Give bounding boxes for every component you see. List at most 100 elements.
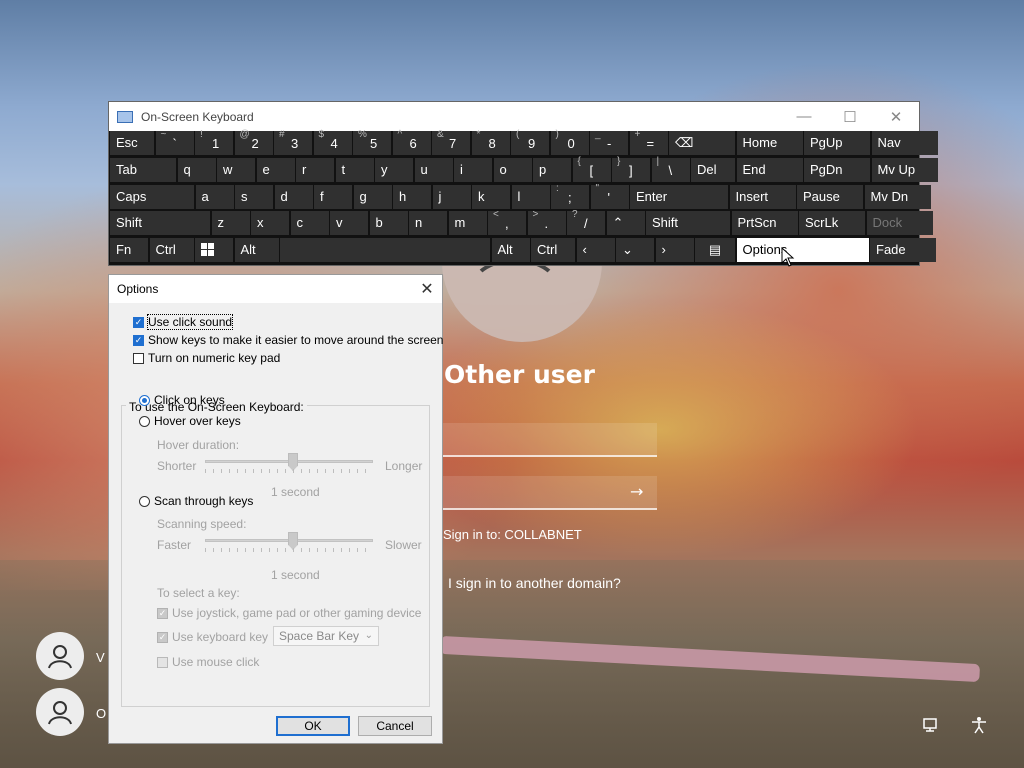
key-j[interactable]: j xyxy=(432,185,471,209)
key-space[interactable]: _ - xyxy=(590,129,628,155)
key-space[interactable]: ⌃ xyxy=(606,211,645,235)
key-4[interactable]: $4 xyxy=(313,129,352,155)
key-space[interactable]: › xyxy=(655,238,694,262)
key-ctrl[interactable]: Ctrl xyxy=(149,238,194,262)
key-shift[interactable]: Shift xyxy=(646,211,730,235)
hover-duration-slider[interactable] xyxy=(205,453,373,475)
key-space[interactable]: " ' xyxy=(590,183,629,209)
use-keyboard-key-checkbox[interactable]: ✓ Use keyboard key xyxy=(157,630,268,644)
key-g[interactable]: g xyxy=(353,185,392,209)
key-enter[interactable]: Enter xyxy=(630,185,728,209)
use-click-sound-checkbox[interactable]: ✓ Use click sound xyxy=(133,314,234,330)
key-s[interactable]: s xyxy=(235,185,273,209)
key-space[interactable] xyxy=(280,238,490,262)
key-7[interactable]: & 7 xyxy=(432,129,470,155)
key-options[interactable]: Options xyxy=(736,238,869,262)
key-r[interactable]: r xyxy=(296,158,334,182)
key-del[interactable]: Del xyxy=(691,158,735,182)
ok-button[interactable]: OK xyxy=(276,716,350,736)
key-end[interactable]: End xyxy=(736,158,803,182)
other-domain-link[interactable]: I sign in to another domain? xyxy=(448,575,621,591)
username-field[interactable] xyxy=(443,423,657,457)
key-k[interactable]: k xyxy=(472,185,510,209)
key-i[interactable]: i xyxy=(454,158,492,182)
windows-icon[interactable] xyxy=(195,238,233,262)
key-q[interactable]: q xyxy=(177,158,216,182)
key-8[interactable]: * 8 xyxy=(471,129,510,155)
key-e[interactable]: e xyxy=(256,158,295,182)
backspace-icon[interactable]: ⌫ xyxy=(669,131,735,155)
key-nav[interactable]: Nav xyxy=(871,131,938,155)
key-w[interactable]: w xyxy=(217,158,255,182)
key-space[interactable]: ‹ xyxy=(576,238,615,262)
key-z[interactable]: z xyxy=(211,211,250,235)
accessibility-icon[interactable] xyxy=(970,716,988,739)
use-mouse-click-checkbox[interactable]: Use mouse click xyxy=(157,655,259,669)
key-x[interactable]: x xyxy=(251,211,289,235)
menu-icon[interactable]: ▤ xyxy=(695,238,735,262)
key-y[interactable]: y xyxy=(375,158,413,182)
key-f[interactable]: f xyxy=(314,185,352,209)
key-o[interactable]: o xyxy=(493,158,532,182)
key-caps[interactable]: Caps xyxy=(110,185,194,209)
network-icon[interactable] xyxy=(922,716,940,739)
key-alt[interactable]: Alt xyxy=(234,238,279,262)
key-b[interactable]: b xyxy=(369,211,408,235)
password-field[interactable] xyxy=(443,476,657,510)
key-pgdn[interactable]: PgDn xyxy=(804,158,870,182)
show-keys-checkbox[interactable]: ✓ Show keys to make it easier to move ar… xyxy=(133,333,443,347)
key-home[interactable]: Home xyxy=(736,131,803,155)
user-tile-name[interactable]: V xyxy=(96,650,105,665)
key-space[interactable]: ⌄ xyxy=(616,238,654,262)
close-icon[interactable]: ✕ xyxy=(412,279,442,299)
scan-through-keys-radio[interactable]: Scan through keys xyxy=(139,494,253,508)
key-5[interactable]: % 5 xyxy=(353,129,391,155)
key-n[interactable]: n xyxy=(409,211,447,235)
key-fn[interactable]: Fn xyxy=(110,238,148,262)
key-space[interactable]: }] xyxy=(612,156,650,182)
key-a[interactable]: a xyxy=(195,185,234,209)
key-pause[interactable]: Pause xyxy=(797,185,863,209)
keyboard-key-select[interactable]: Space Bar Key ⌄ xyxy=(273,626,379,646)
click-on-keys-radio[interactable]: Click on keys xyxy=(139,393,225,407)
key-m[interactable]: m xyxy=(448,211,487,235)
key-dock[interactable]: Dock xyxy=(866,211,933,235)
key-v[interactable]: v xyxy=(330,211,368,235)
key-1[interactable]: ! 1 xyxy=(195,129,233,155)
numeric-keypad-checkbox[interactable]: Turn on numeric key pad xyxy=(133,351,280,365)
key-p[interactable]: p xyxy=(533,158,571,182)
key-scrlk[interactable]: ScrLk xyxy=(799,211,865,235)
hover-over-keys-radio[interactable]: Hover over keys xyxy=(139,414,241,428)
maximize-icon[interactable]: ☐ xyxy=(827,102,873,131)
key-2[interactable]: @2 xyxy=(234,129,273,155)
key-9[interactable]: (9 xyxy=(511,129,549,155)
key-fade[interactable]: Fade xyxy=(870,238,936,262)
key-pgup[interactable]: PgUp xyxy=(804,131,870,155)
key-space[interactable]: {[ xyxy=(572,156,611,182)
key-t[interactable]: t xyxy=(335,158,374,182)
key-c[interactable]: c xyxy=(290,211,329,235)
scanning-speed-slider[interactable] xyxy=(205,532,373,554)
key-space[interactable]: + = xyxy=(629,129,668,155)
use-joystick-checkbox[interactable]: ✓ Use joystick, game pad or other gaming… xyxy=(157,606,421,620)
key-space[interactable]: ? / xyxy=(567,209,605,235)
user-tile-avatar[interactable] xyxy=(36,632,84,680)
submit-arrow-icon[interactable]: → xyxy=(630,482,643,501)
key-space[interactable]: :; xyxy=(551,183,589,209)
key-space[interactable]: | \ xyxy=(651,156,690,182)
minimize-icon[interactable]: — xyxy=(781,102,827,131)
key-space[interactable]: <, xyxy=(488,209,526,235)
key-alt[interactable]: Alt xyxy=(491,238,530,262)
key-6[interactable]: ^ 6 xyxy=(392,129,431,155)
key-h[interactable]: h xyxy=(393,185,431,209)
key-mv-up[interactable]: Mv Up xyxy=(871,158,938,182)
key-u[interactable]: u xyxy=(414,158,453,182)
key-prtscn[interactable]: PrtScn xyxy=(731,211,798,235)
key-d[interactable]: d xyxy=(274,185,313,209)
key-ctrl[interactable]: Ctrl xyxy=(531,238,575,262)
key-shift[interactable]: Shift xyxy=(110,211,210,235)
key-3[interactable]: #3 xyxy=(274,129,312,155)
key-esc[interactable]: Esc xyxy=(110,131,154,155)
key-tab[interactable]: Tab xyxy=(110,158,176,182)
user-tile-avatar[interactable] xyxy=(36,688,84,736)
